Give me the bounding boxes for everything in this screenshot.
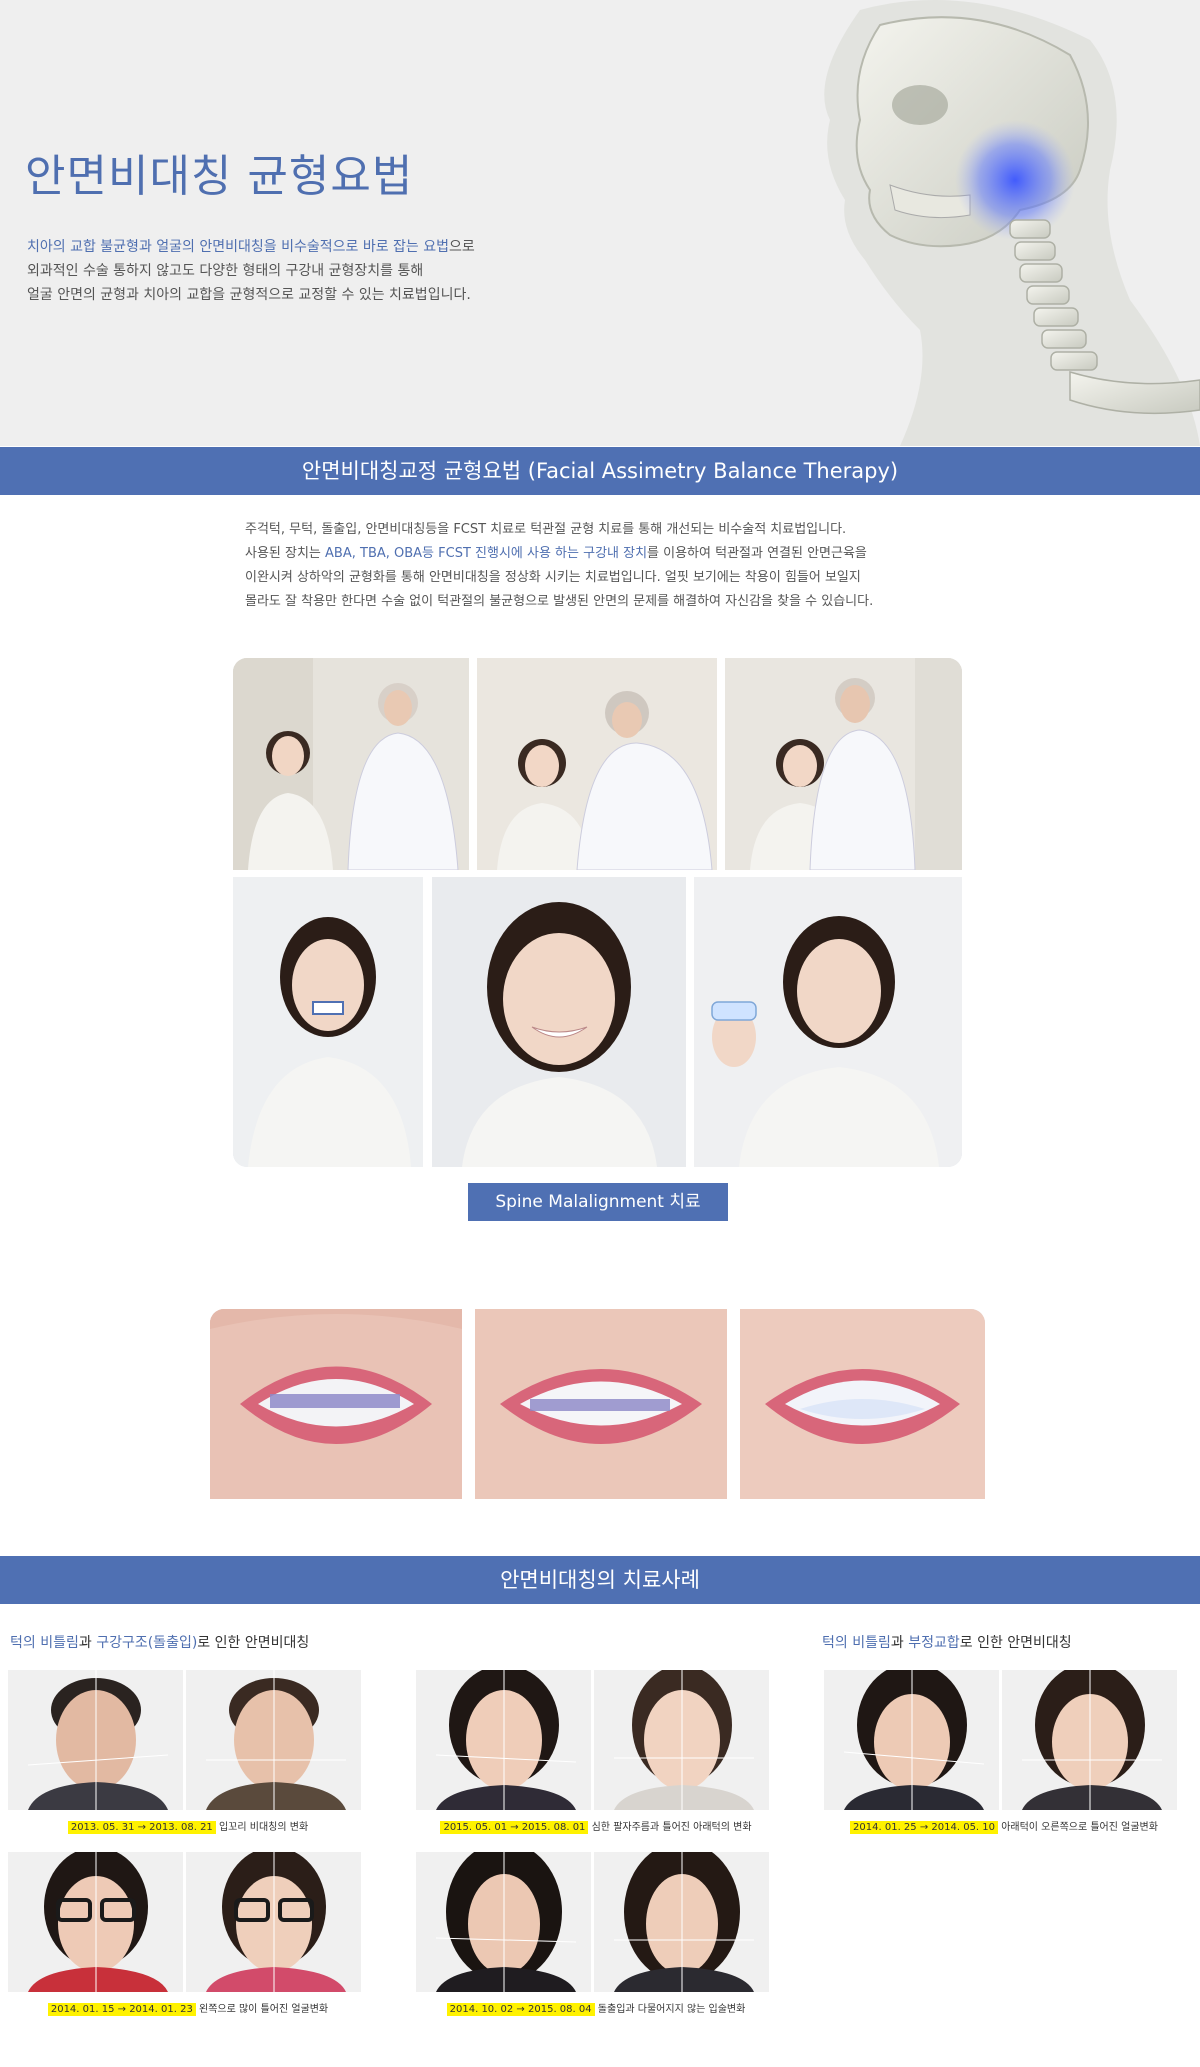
case-5-caption: 2014. 10. 02 → 2015. 08. 04 돌출입과 다물어지지 않…	[416, 2000, 776, 2016]
case-heading-right: 턱의 비틀림과 부정교합로 인한 안면비대칭	[822, 1632, 1072, 1652]
case-5-after	[594, 1852, 769, 1992]
case-1-caption: 2013. 05. 31 → 2013. 08. 21 입꼬리 비대칭의 변화	[8, 1818, 368, 1834]
page-title: 안면비대칭 균형요법	[25, 151, 414, 202]
case-heading-right-t2: 로 인한 안면비대칭	[959, 1635, 1072, 1651]
case-2-after	[594, 1670, 769, 1810]
intro-line-1: 주걱턱, 무턱, 돌출입, 안면비대칭등을 FCST 치료로 턱관절 균형 치료…	[245, 522, 847, 537]
case-4-date: 2014. 01. 15 → 2014. 01. 23	[47, 2003, 196, 2016]
case-heading-right-t1: 과	[890, 1635, 909, 1651]
case-1-after	[186, 1670, 361, 1810]
case-5-date: 2014. 10. 02 → 2015. 08. 04	[446, 2003, 595, 2016]
case-5-before	[416, 1852, 591, 1992]
intro-line-2b: 를 이용하여 턱관절과 연결된 안면근육을	[647, 546, 867, 561]
photo-consultation-3	[725, 658, 962, 870]
case-2-before	[416, 1670, 591, 1810]
case-card-2: 2015. 05. 01 → 2015. 08. 01 심한 팔자주름과 틀어진…	[416, 1670, 776, 1838]
intro-text: 주걱턱, 무턱, 돌출입, 안면비대칭등을 FCST 치료로 턱관절 균형 치료…	[245, 518, 965, 614]
case-4-after	[186, 1852, 361, 1992]
case-heading-left-hl1: 턱의 비틀림	[10, 1635, 79, 1651]
hero-desc-line2: 외과적인 수술 통하지 않고도 다양한 형태의 구강내 균형장치를 통해	[27, 263, 424, 279]
photo-smile-braces	[432, 877, 686, 1167]
photo-consultation-1	[233, 658, 469, 870]
intro-line-4: 몰라도 잘 착용만 한다면 수술 없이 턱관절의 불균형으로 발생된 안면의 문…	[245, 594, 874, 609]
hero-desc-line1-rest: 으로	[449, 239, 475, 255]
hero-desc-line3: 얼굴 안면의 균형과 치아의 교합을 균형적으로 교정할 수 있는 치료법입니다…	[27, 287, 471, 303]
case-heading-left-hl2: 구강구조(돌출입)	[96, 1635, 198, 1651]
photo-consultation-2	[477, 658, 717, 870]
intro-line-2-highlight: ABA, TBA, OBA등 FCST 진행시에 사용 하는 구강내 장치	[325, 546, 648, 561]
case-2-text: 심한 팔자주름과 틀어진 아래턱의 변화	[591, 1822, 752, 1833]
case-3-text: 아래턱이 오른쪽으로 틀어진 얼굴변화	[1001, 1822, 1158, 1833]
photo-mouth-appliance-3	[740, 1309, 985, 1499]
case-4-before	[8, 1852, 183, 1992]
case-5-text: 돌출입과 다물어지지 않는 입술변화	[597, 2004, 746, 2015]
intro-line-2: 사용된 장치는 ABA, TBA, OBA등 FCST 진행시에 사용 하는 구…	[245, 542, 965, 566]
case-1-date: 2013. 05. 31 → 2013. 08. 21	[67, 1821, 216, 1834]
section-band-balance-therapy: 안면비대칭교정 균형요법 (Facial Assimetry Balance T…	[0, 447, 1200, 495]
case-3-date: 2014. 01. 25 → 2014. 05. 10	[850, 1821, 999, 1834]
hero-section: 안면비대칭 균형요법 치아의 교합 불균형과 얼굴의 안면비대칭을 비수술적으로…	[0, 0, 1200, 446]
photo-holding-appliance	[694, 877, 962, 1167]
intro-line-2a: 사용된 장치는	[245, 546, 326, 561]
section-band-treatment-cases: 안면비대칭의 치료사례	[0, 1556, 1200, 1604]
case-2-date: 2015. 05. 01 → 2015. 08. 01	[440, 1821, 589, 1834]
photo-appliance-front	[233, 877, 423, 1167]
case-heading-right-hl1: 턱의 비틀림	[822, 1635, 891, 1651]
case-1-text: 입꼬리 비대칭의 변화	[218, 1822, 309, 1833]
case-heading-left: 턱의 비틀림과 구강구조(돌출입)로 인한 안면비대칭	[10, 1632, 309, 1652]
case-4-caption: 2014. 01. 15 → 2014. 01. 23 왼쪽으로 많이 틀어진 …	[8, 2000, 368, 2016]
hero-desc-highlight: 치아의 교합 불균형과 얼굴의 안면비대칭을 비수술적으로 바로 잡는 요법	[27, 239, 449, 255]
case-card-4: 2014. 01. 15 → 2014. 01. 23 왼쪽으로 많이 틀어진 …	[8, 1852, 368, 2020]
case-4-text: 왼쪽으로 많이 틀어진 얼굴변화	[199, 2004, 329, 2015]
case-card-5: 2014. 10. 02 → 2015. 08. 04 돌출입과 다물어지지 않…	[416, 1852, 776, 2020]
spine-malalignment-button[interactable]: Spine Malalignment 치료	[468, 1183, 728, 1221]
case-1-before	[8, 1670, 183, 1810]
case-card-3: 2014. 01. 25 → 2014. 05. 10 아래턱이 오른쪽으로 틀…	[824, 1670, 1184, 1838]
case-heading-right-hl2: 부정교합	[908, 1635, 960, 1651]
hero-description: 치아의 교합 불균형과 얼굴의 안면비대칭을 비수술적으로 바로 잡는 요법으로…	[27, 235, 475, 307]
intro-line-3: 이완시켜 상하악의 균형화를 통해 안면비대칭을 정상화 시키는 치료법입니다.…	[245, 570, 861, 585]
photo-mouth-appliance-2	[475, 1309, 727, 1499]
case-card-1: 2013. 05. 31 → 2013. 08. 21 입꼬리 비대칭의 변화	[8, 1670, 368, 1838]
case-3-caption: 2014. 01. 25 → 2014. 05. 10 아래턱이 오른쪽으로 틀…	[824, 1818, 1184, 1834]
case-2-caption: 2015. 05. 01 → 2015. 08. 01 심한 팔자주름과 틀어진…	[416, 1818, 776, 1834]
skull-xray-illustration	[824, 0, 1200, 446]
case-3-before	[824, 1670, 999, 1810]
case-heading-left-t2: 로 인한 안면비대칭	[197, 1635, 310, 1651]
photo-mouth-appliance-1	[210, 1309, 462, 1499]
case-3-after	[1002, 1670, 1177, 1810]
case-heading-left-t1: 과	[78, 1635, 97, 1651]
